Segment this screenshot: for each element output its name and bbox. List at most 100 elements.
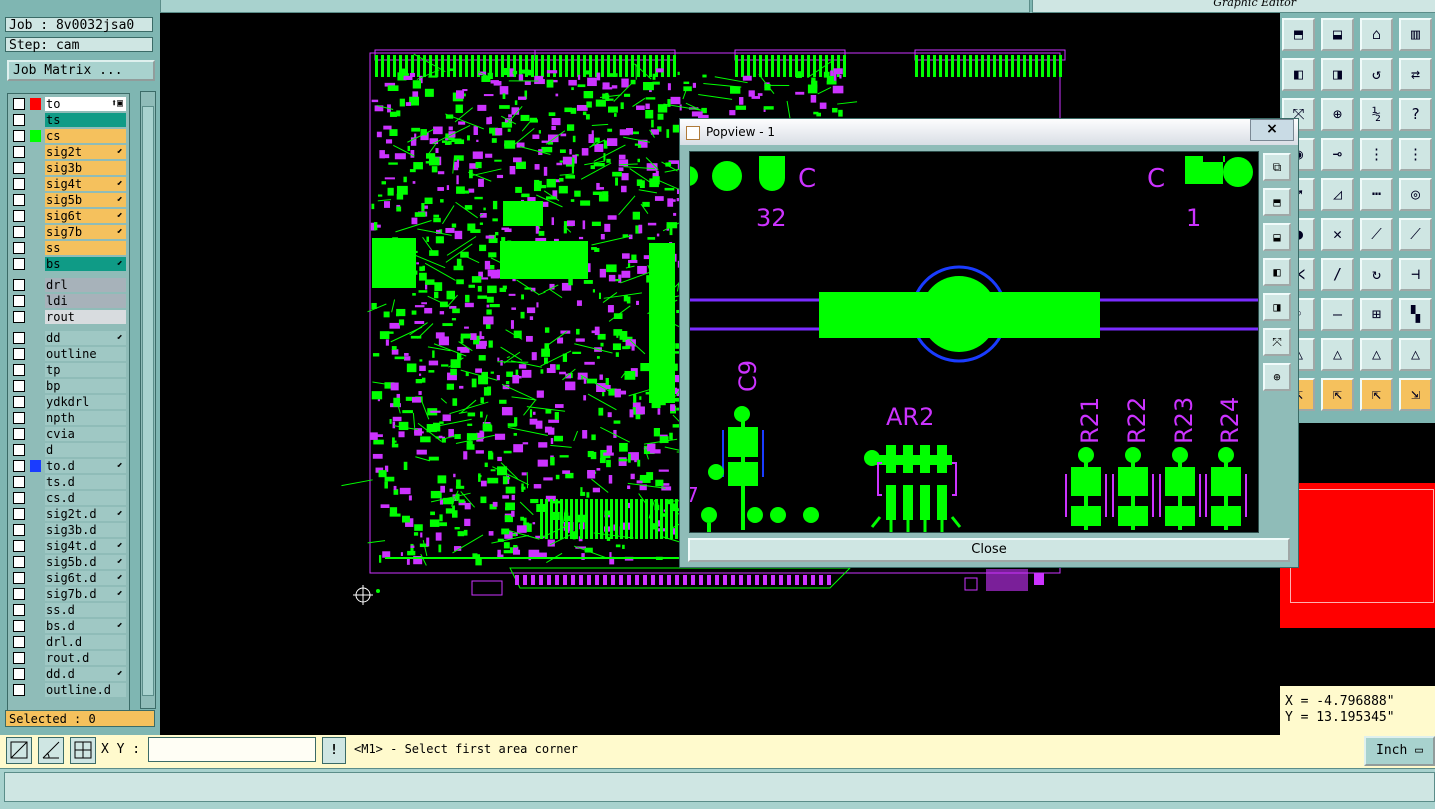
layer-row[interactable]: bp [8, 378, 129, 394]
angle-icon[interactable]: ◿ [1321, 178, 1354, 211]
layer-row[interactable]: outline.d [8, 682, 129, 698]
layer-checkbox[interactable] [13, 162, 25, 174]
layer-checkbox[interactable] [13, 380, 25, 392]
circle-icon[interactable]: ◎ [1399, 178, 1432, 211]
layer-checkbox[interactable] [13, 311, 25, 323]
snap-red-2-icon[interactable]: ⋮ [1399, 138, 1432, 171]
line-red-icon[interactable]: ⟋ [1360, 218, 1393, 251]
layer-row[interactable]: ldi [8, 293, 129, 309]
layer-row[interactable]: sig2t.d⬋ [8, 506, 129, 522]
layer-checkbox[interactable] [13, 492, 25, 504]
layer-name[interactable]: cvia [45, 427, 126, 441]
layer-row[interactable]: cvia [8, 426, 129, 442]
layer-row[interactable]: sig4t.d⬋ [8, 538, 129, 554]
layer-checkbox[interactable] [13, 588, 25, 600]
layer-name[interactable]: d [45, 443, 126, 457]
layer-checkbox[interactable] [13, 652, 25, 664]
layer-checkbox[interactable] [13, 258, 25, 270]
layer-row[interactable]: cs.d [8, 490, 129, 506]
layer-checkbox[interactable] [13, 194, 25, 206]
layer-checkbox[interactable] [13, 210, 25, 222]
layer-checkbox[interactable] [13, 524, 25, 536]
layer-row[interactable]: npth [8, 410, 129, 426]
pv-zoom-in-icon[interactable]: ⧉ [1263, 153, 1291, 181]
measure-icon[interactable] [38, 737, 64, 764]
layer-row[interactable]: drl.d [8, 634, 129, 650]
line-blue-icon[interactable]: ⟋ [1399, 218, 1432, 251]
layer-checkbox[interactable] [13, 556, 25, 568]
layer-name[interactable]: dd.d⬋ [45, 667, 126, 681]
step-right-icon[interactable]: ◨ [1321, 58, 1354, 91]
layer-name[interactable]: ss.d [45, 603, 126, 617]
layer-name[interactable]: sig4t.d⬋ [45, 539, 126, 553]
ruler-icon[interactable]: ┅ [1360, 178, 1393, 211]
key-icon[interactable]: ⊸ [1321, 138, 1354, 171]
layer-name[interactable]: to⬆▣ [45, 97, 126, 111]
cross-icon[interactable]: ✕ [1321, 218, 1354, 251]
layer-row[interactable]: sig5b.d⬋ [8, 554, 129, 570]
rotate-icon[interactable]: ↻ [1360, 258, 1393, 291]
layer-row[interactable]: tp [8, 362, 129, 378]
layer-row[interactable]: to⬆▣ [8, 96, 129, 112]
layer-checkbox[interactable] [13, 684, 25, 696]
layer-row[interactable]: bs⬋ [8, 256, 129, 272]
layer-row[interactable]: ts [8, 112, 129, 128]
dash-icon[interactable]: — [1321, 298, 1354, 331]
layer-name[interactable]: sig2t.d⬋ [45, 507, 126, 521]
layer-checkbox[interactable] [13, 508, 25, 520]
layer-checkbox[interactable] [13, 279, 25, 291]
layer-checkbox[interactable] [13, 540, 25, 552]
tri-d-icon[interactable]: △ [1399, 338, 1432, 371]
pv-left-icon[interactable]: ◧ [1263, 258, 1291, 286]
tri-c-icon[interactable]: △ [1360, 338, 1393, 371]
layer-checkbox[interactable] [13, 364, 25, 376]
group-icon[interactable]: ▚ [1399, 298, 1432, 331]
bracket-icon[interactable]: ⊞ [1360, 298, 1393, 331]
layer-name[interactable]: ydkdrl [45, 395, 126, 409]
close-icon[interactable]: × [1250, 119, 1294, 141]
open-icon[interactable]: ⬓ [1321, 18, 1354, 51]
overview-minimap[interactable] [1280, 483, 1435, 628]
layer-checkbox[interactable] [13, 572, 25, 584]
layer-row[interactable]: sig7b.d⬋ [8, 586, 129, 602]
layer-checkbox[interactable] [13, 428, 25, 440]
layer-checkbox[interactable] [13, 604, 25, 616]
layer-name[interactable]: sig7b⬋ [45, 225, 126, 239]
layer-checkbox[interactable] [13, 130, 25, 142]
help-icon[interactable]: ? [1399, 98, 1432, 131]
undo-icon[interactable]: ↺ [1360, 58, 1393, 91]
layer-name[interactable]: outline [45, 347, 126, 361]
layer-row[interactable]: sig4t⬋ [8, 176, 129, 192]
layer-row[interactable]: sig2t⬋ [8, 144, 129, 160]
slash-icon[interactable]: / [1321, 258, 1354, 291]
layer-row[interactable]: ts.d [8, 474, 129, 490]
layer-row[interactable]: sig3b.d [8, 522, 129, 538]
layer-checkbox[interactable] [13, 412, 25, 424]
layer-name[interactable]: drl [45, 278, 126, 292]
layer-name[interactable]: dd⬋ [45, 331, 126, 345]
layer-row[interactable]: ss.d [8, 602, 129, 618]
layer-checkbox[interactable] [13, 668, 25, 680]
layer-row[interactable]: ss [8, 240, 129, 256]
home-top-icon[interactable]: ⬒ [1282, 18, 1315, 51]
layer-name[interactable]: npth [45, 411, 126, 425]
layer-name[interactable]: outline.d [45, 683, 126, 697]
layer-name[interactable]: sig5b.d⬋ [45, 555, 126, 569]
layer-row[interactable]: sig3b [8, 160, 129, 176]
swap-icon[interactable]: ⇄ [1399, 58, 1432, 91]
layer-row[interactable]: sig5b⬋ [8, 192, 129, 208]
layer-row[interactable]: drl [8, 277, 129, 293]
layer-name[interactable]: bs⬋ [45, 257, 126, 271]
layer-name[interactable]: sig3b.d [45, 523, 126, 537]
layer-checkbox[interactable] [13, 226, 25, 238]
xy-input[interactable] [148, 737, 316, 762]
tri-b-icon[interactable]: △ [1321, 338, 1354, 371]
popview-close-button[interactable]: Close [688, 538, 1290, 562]
layer-row[interactable]: sig6t⬋ [8, 208, 129, 224]
popview-titlebar[interactable]: Popview - 1 × [680, 119, 1298, 145]
layer-name[interactable]: ss [45, 241, 126, 255]
layer-name[interactable]: ts.d [45, 475, 126, 489]
step-left-icon[interactable]: ◧ [1282, 58, 1315, 91]
layer-name[interactable]: sig6t⬋ [45, 209, 126, 223]
layer-row[interactable]: outline [8, 346, 129, 362]
